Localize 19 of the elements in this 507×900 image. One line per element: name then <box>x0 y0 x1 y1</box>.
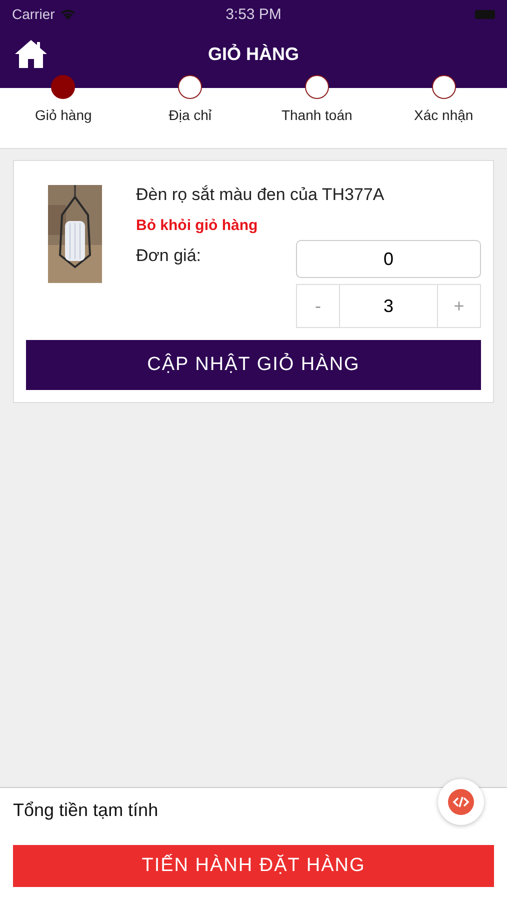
update-cart-button[interactable]: CẬP NHẬT GIỎ HÀNG <box>26 340 481 390</box>
step-label[interactable]: Giỏ hàng <box>34 107 92 123</box>
wifi-icon <box>60 8 76 20</box>
page-title: GIỎ HÀNG <box>206 44 300 64</box>
step-label[interactable]: Địa chỉ <box>168 107 212 123</box>
step-label[interactable]: Thanh toán <box>281 107 352 123</box>
price-label: Đơn giá: <box>136 246 202 267</box>
code-button[interactable] <box>438 779 484 825</box>
step-label[interactable]: Xác nhận <box>414 107 474 123</box>
product-name: Đèn rọ sắt màu đen của TH377A <box>136 185 386 205</box>
checkout-button[interactable]: TIẾN HÀNH ĐẶT HÀNG <box>13 845 494 887</box>
carrier-name: Carrier <box>12 6 55 22</box>
remove-link[interactable]: Bỏ khỏi giỏ hàng <box>136 217 481 234</box>
status-time: 3:53 PM <box>224 6 282 22</box>
code-icon <box>448 789 474 815</box>
price-field[interactable]: 0 <box>296 240 481 278</box>
home-icon[interactable] <box>14 39 48 69</box>
battery-icon <box>475 10 495 18</box>
subtotal-label: Tổng tiền tạm tính <box>13 800 158 820</box>
